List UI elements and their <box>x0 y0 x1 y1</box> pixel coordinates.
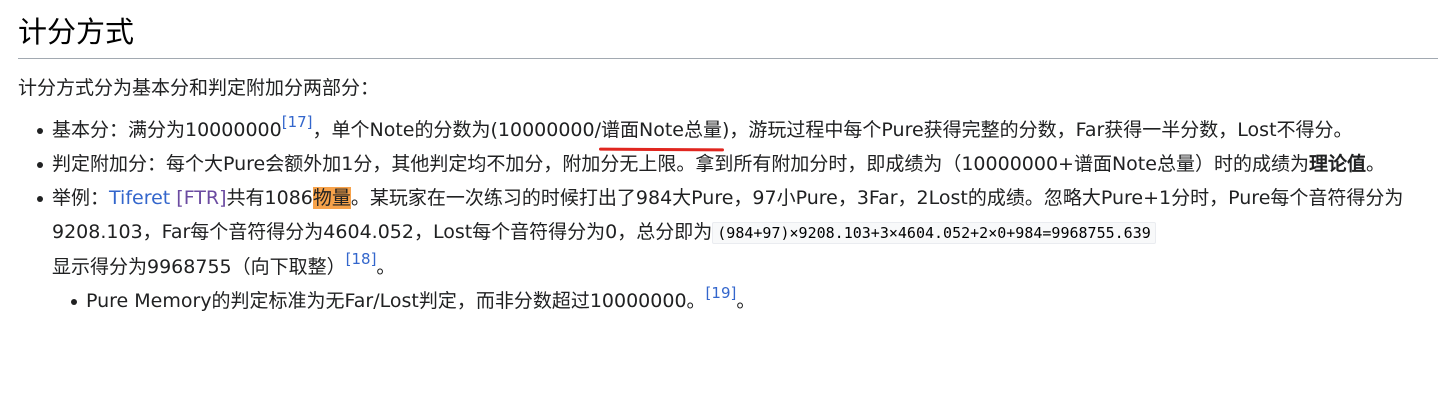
example-display-score: 显示得分为9968755（向下取整） <box>52 256 346 278</box>
example-end: 。 <box>376 256 396 278</box>
basic-score-mid: ，单个Note的分数为(10000000/ <box>312 119 602 141</box>
list-item-example: 举例：Tiferet [FTR]共有1086物量。某玩家在一次练习的时候打出了9… <box>37 181 1438 318</box>
sub-list: Pure Memory的判定标准为无Far/Lost判定，而非分数超过10000… <box>52 284 1438 318</box>
section-heading: 计分方式 <box>18 0 1438 59</box>
example-lead: 举例： <box>52 187 110 209</box>
example-count-text: 共有1086 <box>226 187 313 209</box>
sub-item-pure-memory: Pure Memory的判定标准为无Far/Lost判定，而非分数超过10000… <box>71 284 1438 318</box>
theoretical-value-bold: 理论值 <box>1308 153 1366 175</box>
intro-paragraph: 计分方式分为基本分和判定附加分两部分： <box>18 77 380 99</box>
list-item-basic-score: 基本分：满分为10000000[17]，单个Note的分数为(10000000/… <box>37 113 1438 147</box>
list-item-bonus-score: 判定附加分：每个大Pure会额外加1分，其他判定均不加分，附加分无上限。拿到所有… <box>37 147 1438 181</box>
reference-18[interactable]: [18] <box>346 250 377 268</box>
reference-17[interactable]: [17] <box>282 113 313 131</box>
bonus-score-text: 判定附加分：每个大Pure会额外加1分，其他判定均不加分，附加分无上限。拿到所有… <box>52 153 1309 175</box>
basic-score-tail: )，游玩过程中每个Pure获得完整的分数，Far获得一半分数，Lost不得分。 <box>722 119 1353 141</box>
score-formula: (984+97)×9208.103+3×4604.052+2×0+984=996… <box>712 222 1156 244</box>
pure-memory-text: Pure Memory的判定标准为无Far/Lost判定，而非分数超过10000… <box>86 290 706 312</box>
scoring-list: 基本分：满分为10000000[17]，单个Note的分数为(10000000/… <box>18 113 1438 318</box>
highlighted-note-count: 物量 <box>312 187 351 209</box>
song-link-tiferet[interactable]: Tiferet <box>109 187 170 209</box>
pure-memory-end: 。 <box>736 290 756 312</box>
reference-19[interactable]: [19] <box>706 284 737 302</box>
basic-score-lead: 基本分：满分为10000000 <box>52 119 282 141</box>
bonus-score-end: 。 <box>1365 153 1385 175</box>
red-underlined-text: 谱面Note总量 <box>601 113 722 147</box>
article-content: 计分方式 计分方式分为基本分和判定附加分两部分： 基本分：满分为10000000… <box>18 0 1438 318</box>
difficulty-link-ftr[interactable]: [FTR] <box>176 187 226 209</box>
